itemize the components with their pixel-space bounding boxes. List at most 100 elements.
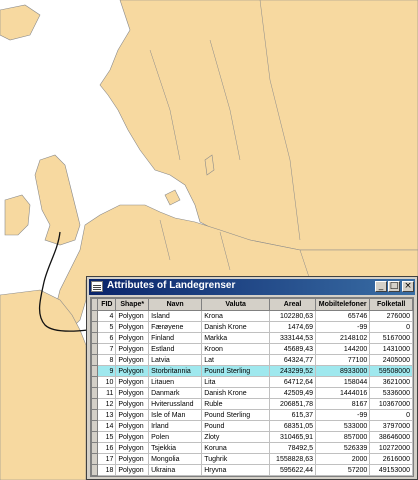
- table-cell[interactable]: Lat: [201, 354, 271, 366]
- table-cell[interactable]: 3621000: [369, 376, 413, 388]
- table-cell[interactable]: Danish Krone: [201, 387, 271, 399]
- table-cell[interactable]: 15: [97, 431, 117, 443]
- table-cell[interactable]: Koruna: [201, 442, 271, 454]
- table-cell[interactable]: Luxembourg: [148, 475, 203, 476]
- table-cell[interactable]: 65746: [315, 310, 371, 322]
- table-cell[interactable]: Færøyene: [148, 321, 203, 333]
- table-cell[interactable]: 10: [97, 376, 117, 388]
- table-cell[interactable]: Polygon: [115, 310, 150, 322]
- table-cell[interactable]: 10272000: [369, 442, 413, 454]
- table-row[interactable]: 11 Polygon Danmark Danish Krone 42509,49 1444…: [91, 387, 413, 399]
- table-cell[interactable]: 59508000: [369, 365, 413, 377]
- table-cell[interactable]: 2148102: [315, 332, 371, 344]
- column-header[interactable]: Areal: [269, 298, 317, 311]
- table-cell[interactable]: 9: [97, 365, 117, 377]
- table-row[interactable]: 17 Polygon Mongolia Tughrik 1558828,63 2000 26…: [91, 453, 413, 465]
- table-row[interactable]: 6 Polygon Finland Markka 333144,53 2148102 516…: [91, 332, 413, 344]
- table-row[interactable]: 7 Polygon Estland Kroon 45689,43 144200 143100…: [91, 343, 413, 355]
- table-cell[interactable]: Polygon: [115, 365, 150, 377]
- table-cell[interactable]: 1474,69: [269, 321, 317, 333]
- table-cell[interactable]: 144200: [315, 343, 371, 355]
- table-cell[interactable]: 78492,5: [269, 442, 317, 454]
- table-cell[interactable]: Polygon: [115, 332, 150, 344]
- column-header[interactable]: FID: [97, 298, 117, 311]
- table-row[interactable]: 18 Polygon Ukraina Hryvna 595622,44 57200 4915…: [91, 464, 413, 476]
- table-row[interactable]: 12 Polygon Hviterussland Ruble 206851,78 8167…: [91, 398, 413, 410]
- column-header[interactable]: Mobiltelefoner: [315, 298, 371, 311]
- table-cell[interactable]: 64324,77: [269, 354, 317, 366]
- table-cell[interactable]: Danish Krone: [201, 321, 271, 333]
- table-cell[interactable]: 2572,07: [269, 475, 317, 476]
- table-cell[interactable]: 526339: [315, 442, 371, 454]
- table-cell[interactable]: 16: [97, 442, 117, 454]
- table-cell[interactable]: Litauen: [148, 376, 203, 388]
- column-header[interactable]: Navn: [148, 298, 203, 311]
- column-header[interactable]: Folketall: [369, 298, 413, 311]
- table-cell[interactable]: 206851,78: [269, 398, 317, 410]
- table-cell[interactable]: Storbritannia: [148, 365, 203, 377]
- table-cell[interactable]: 8933000: [315, 365, 371, 377]
- table-cell[interactable]: 310465,91: [269, 431, 317, 443]
- table-cell[interactable]: 11: [97, 387, 117, 399]
- table-cell[interactable]: Polygon: [115, 343, 150, 355]
- table-cell[interactable]: 158044: [315, 376, 371, 388]
- table-cell[interactable]: 42509,49: [269, 387, 317, 399]
- table-cell[interactable]: Krona: [201, 310, 271, 322]
- table-cell[interactable]: 595622,44: [269, 464, 317, 476]
- table-cell[interactable]: Lita: [201, 376, 271, 388]
- table-cell[interactable]: Markka: [201, 332, 271, 344]
- table-cell[interactable]: Finland: [148, 332, 203, 344]
- table-cell[interactable]: Isle of Man: [148, 409, 203, 421]
- table-cell[interactable]: 8: [97, 354, 117, 366]
- table-cell[interactable]: Tughrik: [201, 453, 271, 465]
- table-cell[interactable]: Kroon: [201, 343, 271, 355]
- table-cell[interactable]: 276000: [369, 310, 413, 322]
- table-cell[interactable]: Polygon: [115, 431, 150, 443]
- table-cell[interactable]: Polygon: [115, 398, 150, 410]
- table-row[interactable]: 15 Polygon Polen Zloty 310465,91 857000 386460…: [91, 431, 413, 443]
- table-cell[interactable]: Polygon: [115, 387, 150, 399]
- column-header[interactable]: Valuta: [201, 298, 271, 311]
- table-cell[interactable]: Tsjekkia: [148, 442, 203, 454]
- table-cell[interactable]: Pound Sterling: [201, 365, 271, 377]
- table-cell[interactable]: Mongolia: [148, 453, 203, 465]
- table-cell[interactable]: 102280,63: [269, 310, 317, 322]
- window-titlebar[interactable]: Attributes of Landegrenser _ □ ×: [89, 279, 415, 295]
- table-cell[interactable]: 437000: [369, 475, 413, 476]
- table-cell[interactable]: 7: [97, 343, 117, 355]
- table-row[interactable]: 14 Polygon Irland Pound 68351,05 533000 379700…: [91, 420, 413, 432]
- table-row[interactable]: 16 Polygon Tsjekkia Koruna 78492,5 526339 1027…: [91, 442, 413, 454]
- table-cell[interactable]: 4: [97, 310, 117, 322]
- table-cell[interactable]: Polygon: [115, 475, 150, 476]
- table-cell[interactable]: 64712,64: [269, 376, 317, 388]
- table-cell[interactable]: Polygon: [115, 464, 150, 476]
- table-cell[interactable]: Zloty: [201, 431, 271, 443]
- close-button[interactable]: ×: [402, 281, 414, 292]
- table-cell[interactable]: 17: [97, 453, 117, 465]
- table-cell[interactable]: Hviterussland: [148, 398, 203, 410]
- table-cell[interactable]: 1558828,63: [269, 453, 317, 465]
- table-cell[interactable]: Polygon: [115, 442, 150, 454]
- column-header[interactable]: Shape*: [115, 298, 150, 311]
- table-cell[interactable]: 5: [97, 321, 117, 333]
- table-cell[interactable]: Pound Sterling: [201, 409, 271, 421]
- table-cell[interactable]: Pound: [201, 420, 271, 432]
- table-row[interactable]: 8 Polygon Latvia Lat 64324,77 77100 2405000: [91, 354, 413, 366]
- table-cell[interactable]: 333144,53: [269, 332, 317, 344]
- table-cell[interactable]: 615,37: [269, 409, 317, 421]
- table-cell[interactable]: 14: [97, 420, 117, 432]
- table-cell[interactable]: Estland: [148, 343, 203, 355]
- table-cell[interactable]: 857000: [315, 431, 371, 443]
- table-row[interactable]: 10 Polygon Litauen Lita 64712,64 158044 362100…: [91, 376, 413, 388]
- table-cell[interactable]: Ruble: [201, 398, 271, 410]
- table-cell[interactable]: Polen: [148, 431, 203, 443]
- table-cell[interactable]: Polygon: [115, 376, 150, 388]
- table-cell[interactable]: 13: [97, 409, 117, 421]
- table-cell[interactable]: -99: [315, 321, 371, 333]
- table-cell[interactable]: 77100: [315, 354, 371, 366]
- table-cell[interactable]: 5336000: [369, 387, 413, 399]
- table-cell[interactable]: Polygon: [115, 321, 150, 333]
- attribute-table-area[interactable]: FID Shape* Navn Valuta Areal Mobiltelefoner Fo…: [90, 297, 414, 477]
- table-cell[interactable]: Irland: [148, 420, 203, 432]
- table-cell[interactable]: Ukraina: [148, 464, 203, 476]
